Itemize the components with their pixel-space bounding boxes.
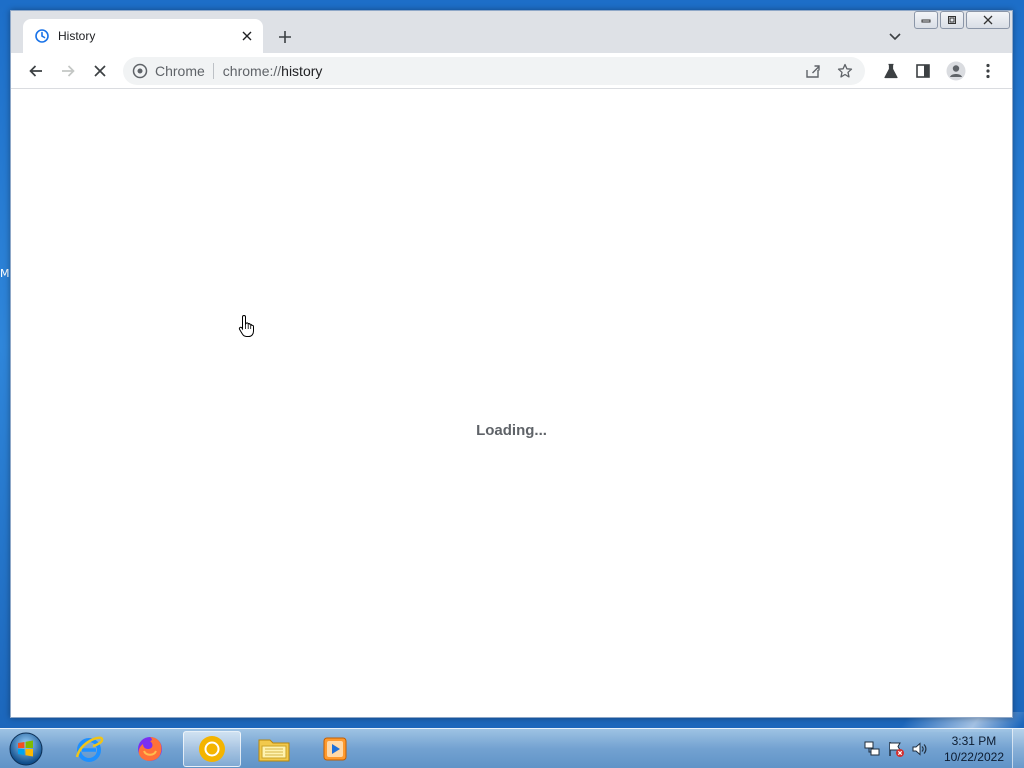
kebab-menu-icon [986,63,990,79]
page-content: Loading... [11,90,1012,717]
taskbar-media-player[interactable] [306,731,364,767]
close-window-button[interactable] [966,11,1010,29]
arrow-left-icon [29,65,42,77]
clock-time: 3:31 PM [951,734,997,748]
omnibox-divider [212,63,214,79]
taskbar-internet-explorer[interactable] [60,731,118,767]
tab-title: History [58,29,96,43]
star-icon [837,63,853,78]
omnibox-chip: Chrome [155,63,205,79]
profile-button[interactable] [942,57,970,85]
side-panel-button[interactable] [909,57,937,85]
stop-loading-button[interactable] [86,57,114,85]
stop-x-icon [94,65,106,77]
start-button[interactable] [6,730,46,768]
browser-window: History Chrome chrome:// history Loading… [10,10,1013,718]
restore-button[interactable] [940,11,964,29]
show-desktop-button[interactable] [1012,729,1024,768]
share-button[interactable] [801,59,825,83]
forward-button[interactable] [54,57,82,85]
new-tab-button[interactable] [273,25,297,49]
tab-history[interactable]: History [23,19,263,53]
desktop-icon-label-fragment: M [0,267,10,280]
media-player-icon [323,737,347,761]
url-scheme: chrome:// [222,63,282,79]
arrow-right-icon [62,65,75,77]
address-bar[interactable]: Chrome chrome:// history [123,57,865,85]
system-tray [862,729,929,768]
chrome-logo-icon [132,63,148,79]
minimize-icon [921,19,931,23]
volume-icon[interactable] [910,740,929,759]
taskbar-firefox[interactable] [121,731,179,767]
close-icon [983,15,993,25]
window-controls [914,11,1010,29]
clock-date: 10/22/2022 [943,750,1004,764]
browser-toolbar: Chrome chrome:// history [11,53,1012,89]
taskbar-file-explorer[interactable] [245,731,303,767]
loading-message: Loading... [476,422,547,439]
minimize-button[interactable] [914,11,938,29]
share-icon [806,65,820,78]
omnibox-actions [801,59,857,83]
restore-icon [948,16,956,24]
history-icon [34,28,50,44]
labs-button[interactable] [877,57,905,85]
network-icon[interactable] [862,740,881,759]
menu-button[interactable] [974,57,1002,85]
taskbar-clock[interactable]: 3:31 PM 10/22/2022 [944,733,1004,765]
firefox-icon [138,737,162,761]
tab-search-button[interactable] [883,25,907,49]
bookmark-button[interactable] [833,59,857,83]
close-tab-icon[interactable] [237,26,257,46]
side-panel-icon [916,64,930,78]
plus-icon [279,31,291,43]
taskbar: 3:31 PM 10/22/2022 [0,728,1024,768]
start-orb-icon [9,732,43,766]
flask-icon [884,63,898,79]
action-center-flag-icon[interactable] [886,740,905,759]
chevron-down-icon [889,33,901,41]
taskbar-chrome[interactable] [183,731,241,767]
url-path: history [281,63,323,79]
avatar-icon [946,61,966,81]
tab-strip: History [11,11,1012,53]
back-button[interactable] [22,57,50,85]
chrome-icon [199,736,225,762]
internet-explorer-icon [75,736,104,762]
file-explorer-icon [258,739,290,762]
hand-pointer-icon [238,314,254,337]
